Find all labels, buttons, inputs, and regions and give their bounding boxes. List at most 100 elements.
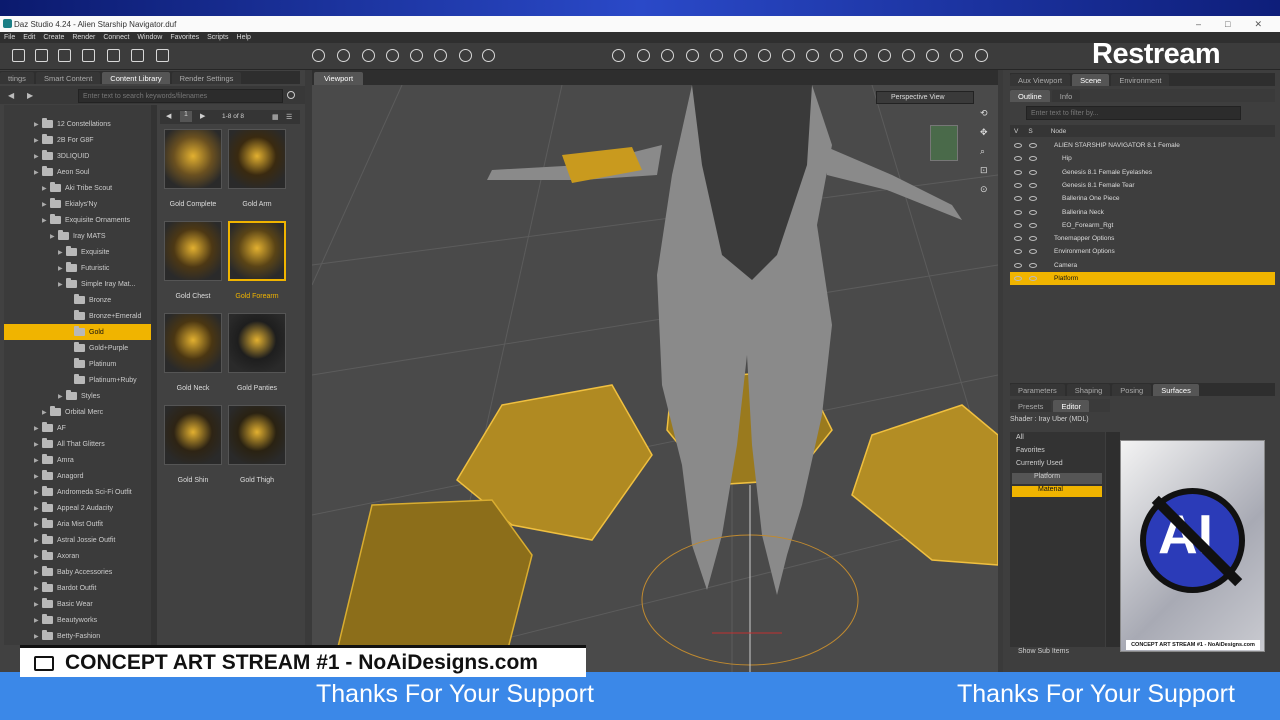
tab-outline[interactable]: Outline	[1010, 90, 1050, 102]
expand-arrow-icon[interactable]: ▶	[34, 601, 42, 608]
selectable-icon[interactable]	[1029, 222, 1037, 228]
tab-aux-viewport[interactable]: Aux Viewport	[1010, 74, 1071, 86]
tree-item[interactable]: ▶ Beautyworks	[4, 612, 151, 628]
zoom-icon[interactable]: ⌕	[980, 146, 992, 157]
selectable-icon[interactable]	[1029, 262, 1037, 268]
frame-icon[interactable]: ⊡	[980, 165, 992, 176]
surface-material[interactable]: Material	[1012, 486, 1102, 497]
toolbar-tool-icon[interactable]	[710, 49, 723, 62]
expand-arrow-icon[interactable]: ▶	[34, 425, 42, 432]
selectable-icon[interactable]	[1029, 276, 1037, 281]
reset-icon[interactable]: ⊙	[980, 184, 992, 195]
tab-posing[interactable]: Posing	[1112, 384, 1152, 396]
menu-edit[interactable]: Edit	[23, 34, 35, 41]
tree-item[interactable]: ▶ Bardot Outfit	[4, 580, 151, 596]
tree-item[interactable]: ▶ 12 Constellations	[4, 116, 151, 132]
visibility-eye-icon[interactable]	[1014, 236, 1022, 242]
column-header[interactable]: S	[1028, 128, 1032, 135]
expand-arrow-icon[interactable]: ▶	[34, 585, 42, 592]
expand-arrow-icon[interactable]: ▶	[34, 473, 42, 480]
expand-arrow-icon[interactable]: ▶	[58, 249, 66, 256]
tree-item[interactable]: Bronze+Emerald	[4, 308, 151, 324]
toolbar-tool-icon[interactable]	[362, 49, 375, 62]
menu-create[interactable]: Create	[43, 34, 64, 41]
toolbar-tool-icon[interactable]	[386, 49, 399, 62]
tab-shaping[interactable]: Shaping	[1066, 384, 1111, 396]
toolbar-tool-icon[interactable]	[950, 49, 963, 62]
tree-item[interactable]: ▶ Orbital Merc	[4, 404, 151, 420]
tab-smart-content[interactable]: Smart Content	[35, 72, 101, 84]
tree-item[interactable]: ▶ Aeon Soul	[4, 164, 151, 180]
tab-environment[interactable]: Environment	[1111, 74, 1170, 86]
selectable-icon[interactable]	[1029, 143, 1037, 148]
toolbar-tool-icon[interactable]	[82, 49, 95, 62]
visibility-eye-icon[interactable]	[1014, 169, 1022, 175]
scene-node[interactable]: ALIEN STARSHIP NAVIGATOR 8.1 Female	[1010, 139, 1275, 152]
tree-item[interactable]: Bronze	[4, 292, 151, 308]
expand-arrow-icon[interactable]: ▶	[34, 505, 42, 512]
expand-arrow-icon[interactable]: ▶	[42, 201, 50, 208]
tree-item[interactable]: ▶ 2B For G8F	[4, 132, 151, 148]
tab-info[interactable]: Info	[1051, 90, 1081, 102]
expand-arrow-icon[interactable]: ▶	[58, 281, 66, 288]
scene-node[interactable]: Hip	[1010, 152, 1275, 165]
tree-item[interactable]: ▶ Futuristic	[4, 260, 151, 276]
tree-item[interactable]: ▶ Aki Tribe Scout	[4, 180, 151, 196]
scene-filter-input[interactable]: Enter text to filter by...	[1026, 106, 1241, 120]
toolbar-tool-icon[interactable]	[410, 49, 423, 62]
expand-arrow-icon[interactable]: ▶	[50, 233, 58, 240]
menu-help[interactable]: Help	[237, 34, 251, 41]
expand-arrow-icon[interactable]: ▶	[34, 137, 42, 144]
tree-item[interactable]: ▶ Exquisite	[4, 244, 151, 260]
visibility-eye-icon[interactable]	[1014, 262, 1022, 268]
close-icon[interactable]: ✕	[1254, 19, 1262, 30]
toolbar-tool-icon[interactable]	[434, 49, 447, 62]
expand-arrow-icon[interactable]: ▶	[34, 489, 42, 496]
menu-file[interactable]: File	[4, 34, 15, 41]
tab-content-library[interactable]: Content Library	[102, 72, 170, 84]
tree-item[interactable]: ▶ Andromeda Sci-Fi Outfit	[4, 484, 151, 500]
search-icon[interactable]	[287, 91, 295, 99]
tree-item[interactable]: ▶ Axoran	[4, 548, 151, 564]
scene-node[interactable]: Camera	[1010, 259, 1275, 272]
minimize-icon[interactable]: –	[1196, 19, 1201, 30]
expand-arrow-icon[interactable]: ▶	[34, 121, 42, 128]
scene-node[interactable]: Tonemapper Options	[1010, 232, 1275, 245]
toolbar-tool-icon[interactable]	[686, 49, 699, 62]
tab-editor[interactable]: Editor	[1053, 400, 1090, 412]
asset-thumbnail[interactable]	[228, 405, 286, 465]
menu-connect[interactable]: Connect	[103, 34, 129, 41]
toolbar-tool-icon[interactable]	[12, 49, 25, 62]
toolbar-tool-icon[interactable]	[854, 49, 867, 62]
tree-item[interactable]: ▶ Baby Accessories	[4, 564, 151, 580]
toolbar-tool-icon[interactable]	[902, 49, 915, 62]
scene-node[interactable]: Ballerina Neck	[1010, 206, 1275, 219]
selectable-icon[interactable]	[1029, 196, 1037, 202]
visibility-eye-icon[interactable]	[1014, 249, 1022, 255]
show-sub-items[interactable]: Show Sub Items	[1018, 648, 1069, 655]
tree-item[interactable]: Platinum	[4, 356, 151, 372]
toolbar-tool-icon[interactable]	[312, 49, 325, 62]
asset-thumbnail[interactable]	[164, 313, 222, 373]
tree-item[interactable]: ▶ AF	[4, 420, 151, 436]
toolbar-tool-icon[interactable]	[482, 49, 495, 62]
toolbar-tool-icon[interactable]	[734, 49, 747, 62]
pager-next-icon[interactable]: ▶	[200, 112, 205, 120]
selectable-icon[interactable]	[1029, 169, 1037, 175]
asset-thumbnail[interactable]	[228, 221, 286, 281]
scene-node[interactable]: Genesis 8.1 Female Eyelashes	[1010, 166, 1275, 179]
orbit-icon[interactable]: ⟲	[980, 108, 992, 119]
expand-arrow-icon[interactable]: ▶	[34, 537, 42, 544]
selectable-icon[interactable]	[1029, 209, 1037, 215]
asset-thumbnail[interactable]	[164, 129, 222, 189]
selectable-icon[interactable]	[1029, 249, 1037, 255]
asset-thumbnail[interactable]	[164, 221, 222, 281]
selectable-icon[interactable]	[1029, 236, 1037, 242]
toolbar-tool-icon[interactable]	[107, 49, 120, 62]
tab-ttings[interactable]: ttings	[0, 72, 34, 84]
asset-thumbnail[interactable]	[228, 129, 286, 189]
toolbar-tool-icon[interactable]	[830, 49, 843, 62]
asset-thumbnail[interactable]	[164, 405, 222, 465]
toolbar-tool-icon[interactable]	[782, 49, 795, 62]
tree-item[interactable]: ▶ Appeal 2 Audacity	[4, 500, 151, 516]
